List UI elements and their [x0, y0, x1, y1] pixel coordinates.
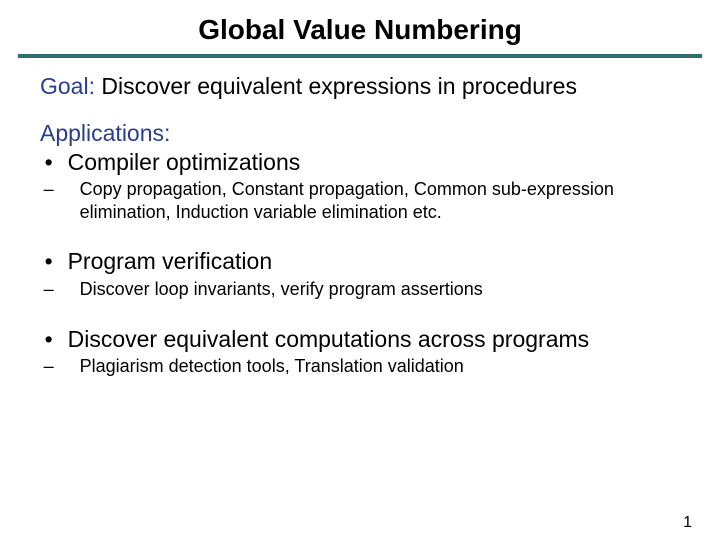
spacer: [40, 225, 680, 247]
title-underline: [18, 54, 702, 58]
sub-bullet: Copy propagation, Constant propagation, …: [80, 178, 680, 223]
bullet-item: Program verification: [40, 247, 680, 276]
sub-bullet: Discover loop invariants, verify program…: [80, 278, 680, 301]
page-number: 1: [683, 514, 692, 532]
slide-body: Goal: Discover equivalent expressions in…: [0, 72, 720, 378]
applications-section: Applications: Compiler optimizations Cop…: [40, 119, 680, 378]
spacer: [40, 303, 680, 325]
bullet-text: Compiler optimizations: [68, 149, 301, 175]
bullet-item: Discover equivalent computations across …: [40, 325, 680, 354]
sub-bullet: Plagiarism detection tools, Translation …: [80, 355, 680, 378]
bullet-text: Discover equivalent computations across …: [68, 326, 590, 352]
slide: Global Value Numbering Goal: Discover eq…: [0, 0, 720, 540]
applications-label: Applications:: [40, 120, 170, 146]
bullet-item: Compiler optimizations: [40, 148, 680, 177]
goal-text: Discover equivalent expressions in proce…: [95, 73, 577, 99]
slide-title: Global Value Numbering: [0, 0, 720, 54]
goal-label: Goal:: [40, 73, 95, 99]
goal-line: Goal: Discover equivalent expressions in…: [40, 72, 680, 101]
bullet-text: Program verification: [68, 248, 273, 274]
